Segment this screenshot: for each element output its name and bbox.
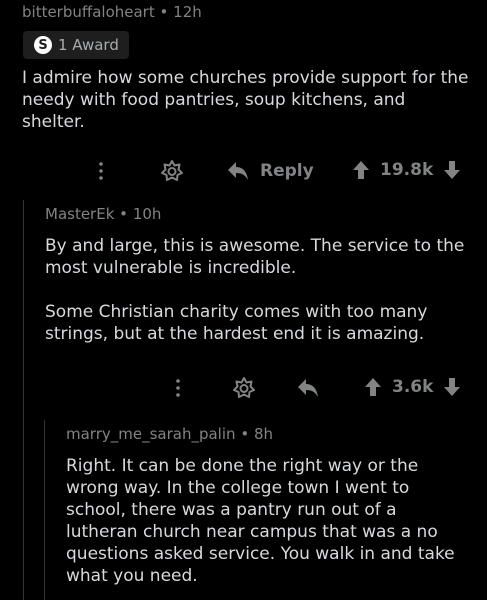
award-label: 1 Award: [58, 36, 119, 54]
downvote-arrow-icon[interactable]: [443, 377, 461, 397]
award-flower-icon: [233, 377, 255, 398]
comment-1-author[interactable]: bitterbuffaloheart: [22, 3, 155, 21]
more-options-button[interactable]: [97, 160, 105, 182]
vote-controls: 19.8k: [352, 160, 461, 180]
reply-arrow-icon: [228, 162, 248, 180]
more-dots-icon: [99, 162, 103, 180]
comment-1-body: I admire how some churches provide suppo…: [22, 67, 472, 133]
comment-2-paragraph-2: Some Christian charity comes with too ma…: [45, 302, 428, 344]
comment-2-meta: MasterEk • 10h: [45, 205, 161, 223]
comment-2-score: 3.6k: [392, 377, 434, 397]
give-award-button[interactable]: [160, 159, 184, 183]
comment-2-author[interactable]: MasterEk: [45, 205, 114, 223]
award-coin-icon: S: [34, 36, 52, 54]
comment-1-paragraph-1: I admire how some churches provide suppo…: [22, 68, 469, 132]
comment-3-meta: marry_me_sarah_palin • 8h: [66, 425, 273, 443]
upvote-arrow-icon[interactable]: [364, 377, 382, 397]
award-chip[interactable]: S 1 Award: [23, 31, 129, 59]
reply-arrow-icon: [298, 379, 318, 397]
comment-2-separator: •: [119, 205, 129, 223]
reply-label: Reply: [260, 161, 314, 181]
comment-2-body: By and large, this is awesome. The servi…: [45, 235, 480, 345]
award-flower-icon: [161, 160, 183, 181]
reply-button[interactable]: Reply: [226, 160, 314, 182]
comment-1-actions: Reply 19.8k: [0, 156, 487, 186]
give-award-button[interactable]: [232, 376, 256, 400]
comment-3-time: 8h: [253, 425, 274, 443]
more-options-button[interactable]: [174, 377, 182, 399]
comment-3-author[interactable]: marry_me_sarah_palin: [66, 425, 236, 443]
reply-button[interactable]: [296, 377, 320, 399]
comment-2-paragraph-1: By and large, this is awesome. The servi…: [45, 236, 465, 278]
comment-1-score: 19.8k: [380, 160, 434, 180]
upvote-arrow-icon[interactable]: [352, 160, 370, 180]
more-dots-icon: [176, 379, 180, 397]
comment-1: bitterbuffaloheart • 12h S 1 Award I adm…: [0, 0, 487, 190]
comment-2: MasterEk • 10h By and large, this is awe…: [0, 200, 487, 415]
comment-2-time: 10h: [132, 205, 162, 223]
comment-1-meta: bitterbuffaloheart • 12h: [22, 3, 202, 21]
comment-3-separator: •: [240, 425, 250, 443]
comment-1-time: 12h: [173, 3, 202, 21]
downvote-arrow-icon[interactable]: [443, 160, 461, 180]
comment-2-actions: 3.6k: [0, 373, 487, 403]
comment-3: marry_me_sarah_palin • 8h Right. It can …: [0, 420, 487, 600]
comment-1-separator: •: [159, 3, 169, 21]
comment-3-paragraph-1: Right. It can be done the right way or t…: [66, 456, 455, 586]
comment-3-body: Right. It can be done the right way or t…: [66, 455, 471, 587]
vote-controls: 3.6k: [364, 377, 461, 397]
